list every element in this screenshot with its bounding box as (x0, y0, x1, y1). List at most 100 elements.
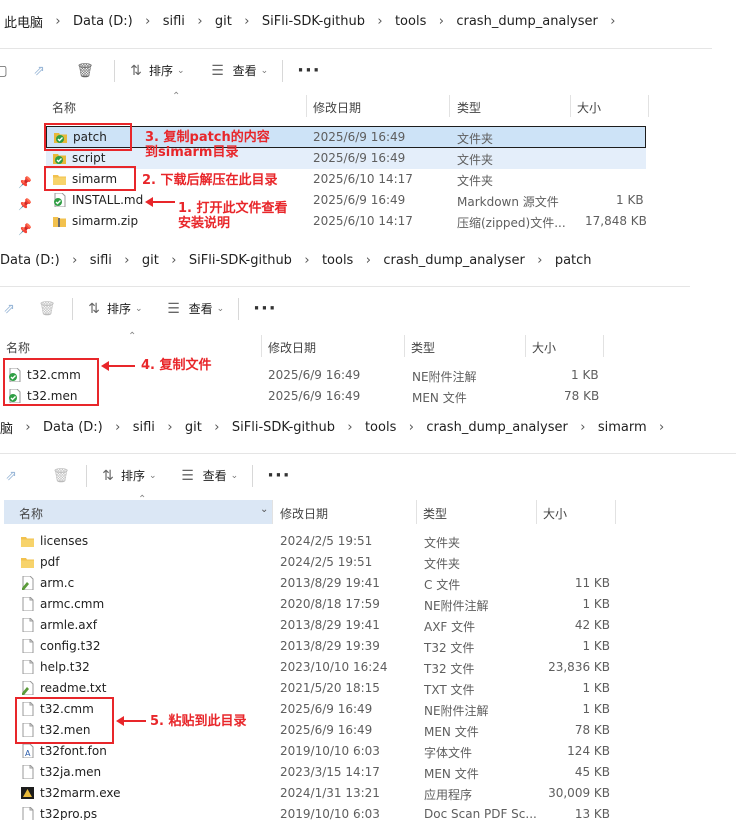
chevron-right-icon[interactable]: › (292, 253, 322, 268)
list-item[interactable]: pdf 2024/2/5 19:51 文件夹 (0, 552, 736, 573)
chevron-right-icon[interactable]: › (365, 14, 395, 29)
chevron-right-icon[interactable]: › (202, 420, 232, 435)
list-item[interactable]: t32marm.exe 2024/1/31 13:21 应用程序 30,009 KB (0, 783, 736, 804)
column-size[interactable]: 大小 (543, 505, 567, 522)
list-item[interactable]: armc.cmm 2020/8/18 17:59 NE附件注解 1 KB (0, 594, 736, 615)
chevron-down-icon[interactable]: ⌄ (261, 66, 269, 76)
share-icon[interactable]: ⇗ (2, 467, 20, 485)
breadcrumb-item[interactable]: tools (322, 253, 353, 268)
view-icon[interactable]: ☰ (209, 62, 227, 80)
view-icon[interactable]: ☰ (179, 467, 197, 485)
column-size[interactable]: 大小 (532, 339, 556, 356)
chevron-right-icon[interactable]: › (185, 14, 215, 29)
breadcrumb-item[interactable]: crash_dump_analyser (456, 14, 597, 29)
more-options-button[interactable]: ··· (267, 465, 291, 486)
column-name[interactable]: 名称 (6, 339, 30, 356)
list-item[interactable]: script 2025/6/9 16:49 文件夹 (46, 148, 646, 169)
sort-icon[interactable]: ⇅ (99, 467, 117, 485)
more-options-button[interactable]: ··· (253, 298, 277, 319)
column-type[interactable]: 类型 (457, 99, 481, 116)
chevron-right-icon[interactable]: › (568, 420, 598, 435)
breadcrumb-item[interactable]: sifli (90, 253, 112, 268)
chevron-down-icon[interactable]: ⌄ (260, 504, 268, 515)
chevron-down-icon[interactable]: ⌄ (217, 304, 225, 314)
chevron-right-icon[interactable]: › (13, 420, 43, 435)
list-item[interactable]: t32.men 2025/6/9 16:49 MEN 文件 78 KB (0, 386, 690, 407)
view-button[interactable]: 查看 (189, 300, 213, 317)
view-button[interactable]: 查看 (203, 467, 227, 484)
sort-button[interactable]: 排序 (121, 467, 145, 484)
chevron-right-icon[interactable]: › (60, 253, 90, 268)
column-type[interactable]: 类型 (423, 505, 447, 522)
list-item[interactable]: armle.axf 2013/8/29 19:41 AXF 文件 42 KB (0, 615, 736, 636)
chevron-right-icon[interactable]: › (525, 253, 555, 268)
breadcrumb-item[interactable]: git (185, 420, 202, 435)
list-item[interactable]: patch 2025/6/9 16:49 文件夹 (46, 126, 646, 148)
breadcrumb-item[interactable]: SiFli-SDK-github (189, 253, 292, 268)
chevron-right-icon[interactable]: › (647, 420, 677, 435)
breadcrumb-item[interactable]: Data (D:) (73, 14, 133, 29)
list-item[interactable]: licenses 2024/2/5 19:51 文件夹 (0, 531, 736, 552)
breadcrumb-item[interactable]: Data (D:) (43, 420, 103, 435)
list-item[interactable]: config.t32 2013/8/29 19:39 T32 文件 1 KB (0, 636, 736, 657)
list-item[interactable]: t32ja.men 2023/3/15 14:17 MEN 文件 45 KB (0, 762, 736, 783)
chevron-right-icon[interactable]: › (426, 14, 456, 29)
chevron-down-icon[interactable]: ⌄ (135, 304, 143, 314)
breadcrumb-item[interactable]: sifli (163, 14, 185, 29)
delete-icon[interactable]: 🗑 (76, 62, 94, 80)
more-options-button[interactable]: ··· (297, 60, 321, 81)
list-item[interactable]: readme.txt 2021/5/20 18:15 TXT 文件 1 KB (0, 678, 736, 699)
column-name[interactable]: 名称 (52, 99, 76, 116)
rename-icon[interactable]: ▢ (0, 62, 10, 80)
column-date[interactable]: 修改日期 (313, 99, 361, 116)
column-date[interactable]: 修改日期 (268, 339, 316, 356)
breadcrumb-item[interactable]: git (215, 14, 232, 29)
column-date[interactable]: 修改日期 (280, 505, 328, 522)
breadcrumb-item[interactable]: git (142, 253, 159, 268)
chevron-right-icon[interactable]: › (159, 253, 189, 268)
chevron-right-icon[interactable]: › (598, 14, 628, 29)
breadcrumb-item[interactable]: patch (555, 253, 592, 268)
breadcrumb-item[interactable]: tools (365, 420, 396, 435)
chevron-right-icon[interactable]: › (112, 253, 142, 268)
sort-icon[interactable]: ⇅ (127, 62, 145, 80)
column-name[interactable]: 名称 (19, 505, 43, 522)
list-item[interactable]: INSTALL.md 2025/6/9 16:49 Markdown 源文件 1… (46, 190, 646, 211)
breadcrumb-item[interactable]: simarm (598, 420, 647, 435)
chevron-down-icon[interactable]: ⌄ (231, 471, 239, 481)
view-button[interactable]: 查看 (233, 62, 257, 79)
breadcrumb-item[interactable]: crash_dump_analyser (383, 253, 524, 268)
list-item[interactable]: arm.c 2013/8/29 19:41 C 文件 11 KB (0, 573, 736, 594)
share-icon[interactable]: ⇗ (0, 300, 18, 318)
column-size[interactable]: 大小 (577, 99, 601, 116)
breadcrumb-item[interactable]: 脑 (0, 418, 13, 437)
share-icon[interactable]: ⇗ (30, 62, 48, 80)
breadcrumb-item[interactable]: 此电脑 (4, 12, 43, 31)
breadcrumb-item[interactable]: SiFli-SDK-github (232, 420, 335, 435)
chevron-right-icon[interactable]: › (103, 420, 133, 435)
chevron-down-icon[interactable]: ⌄ (177, 66, 185, 76)
view-icon[interactable]: ☰ (165, 300, 183, 318)
breadcrumb-item[interactable]: tools (395, 14, 426, 29)
list-item[interactable]: simarm 2025/6/10 14:17 文件夹 (46, 169, 646, 190)
breadcrumb-item[interactable]: crash_dump_analyser (426, 420, 567, 435)
list-item[interactable]: t32pro.ps 2019/10/10 6:03 Doc Scan PDF Sc.… (0, 804, 736, 820)
chevron-right-icon[interactable]: › (396, 420, 426, 435)
delete-icon[interactable]: 🗑 (38, 300, 56, 318)
list-item[interactable]: help.t32 2023/10/10 16:24 T32 文件 23,836 KB (0, 657, 736, 678)
breadcrumb-item[interactable]: sifli (133, 420, 155, 435)
column-type[interactable]: 类型 (411, 339, 435, 356)
chevron-right-icon[interactable]: › (353, 253, 383, 268)
chevron-right-icon[interactable]: › (133, 14, 163, 29)
sort-button[interactable]: 排序 (107, 300, 131, 317)
breadcrumb-item[interactable]: Data (D:) (0, 253, 60, 268)
chevron-right-icon[interactable]: › (232, 14, 262, 29)
sort-icon[interactable]: ⇅ (85, 300, 103, 318)
chevron-right-icon[interactable]: › (155, 420, 185, 435)
breadcrumb-item[interactable]: SiFli-SDK-github (262, 14, 365, 29)
sort-button[interactable]: 排序 (149, 62, 173, 79)
chevron-down-icon[interactable]: ⌄ (149, 471, 157, 481)
list-item[interactable]: simarm.zip 2025/6/10 14:17 压缩(zipped)文件.… (46, 211, 647, 232)
delete-icon[interactable]: 🗑 (52, 467, 70, 485)
chevron-right-icon[interactable]: › (43, 14, 73, 29)
